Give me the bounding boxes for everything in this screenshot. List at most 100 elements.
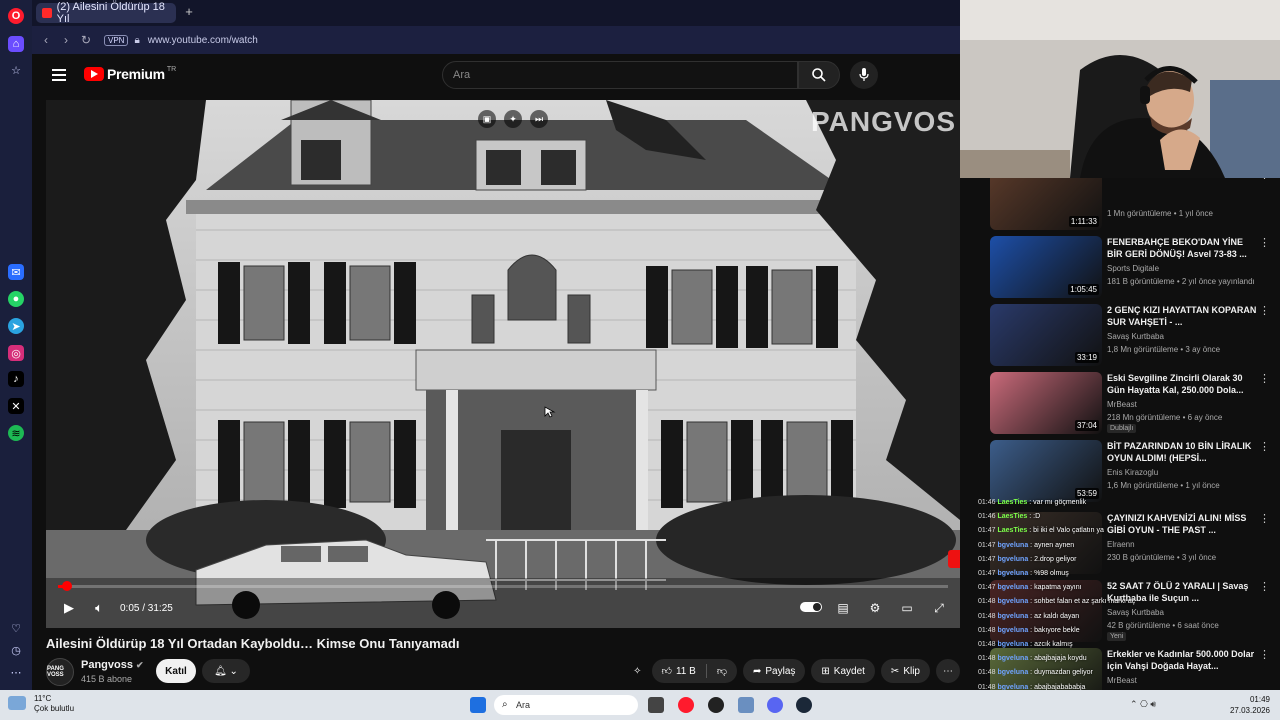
recommendation-item[interactable]: 1:11:33 1 Mn görüntüleme • 1 yıl önce ⋮ [990,178,1274,230]
system-clock[interactable]: 01:49 27.03.2026 [1230,694,1270,716]
weather-widget[interactable]: 11°C Çok bulutlu [34,694,74,714]
url-field[interactable]: www.youtube.com/watch [148,35,258,46]
opera-logo-icon[interactable]: O [8,8,24,24]
thumbs-down-icon[interactable]: 👎︎ [717,665,727,677]
channel-name[interactable]: Pangvoss ✔ [81,659,144,671]
tray-icons[interactable]: ⌃ ⎔ 🔊︎ [1130,699,1156,710]
fullscreen-icon[interactable]: ⤢ [928,601,950,616]
recommendation-title[interactable]: FENERBAHÇE BEKO'DAN YİNE BİR GERİ DÖNÜŞ!… [1107,236,1257,260]
messenger-icon[interactable]: ✉ [8,264,24,280]
recommendation-thumbnail[interactable]: 1:11:33 [990,178,1102,230]
join-button[interactable]: Katıl [156,659,196,683]
more-vert-icon[interactable]: ⋮ [1259,304,1270,317]
progress-scrubber[interactable] [61,581,72,591]
chat-timestamp: 01:47 [978,584,996,592]
spotify-icon[interactable]: ≋ [8,425,24,441]
recommendation-thumbnail[interactable]: 1:05:45 [990,236,1102,298]
play-icon[interactable]: ▶ [54,600,84,616]
youtube-logo[interactable]: Premium TR [84,66,176,82]
chat-text: %98 olmuş [1034,570,1069,578]
more-actions-button[interactable]: ⋯ [936,659,960,683]
recommendation-title[interactable]: Eski Sevgiline Zincirli Olarak 30 Gün Ha… [1107,372,1257,396]
recommendation-channel[interactable]: MrBeast [1107,400,1137,409]
history-icon[interactable]: ◷ [8,642,24,658]
back-icon[interactable]: ‹ [36,33,56,47]
screen: O ⌂ ☆ ✉ ● ➤ ◎ ♪ ✕ ≋ ♡ ◷ ⋯ (2) Ailesini Ö… [0,0,1280,720]
telegram-icon[interactable]: ➤ [8,318,24,334]
enhance-icon[interactable]: ✦ [504,110,522,128]
stream-chat-overlay: 01:46 LaesTies : var mı göçmenlik 01:46 L… [978,496,1174,690]
task-view-icon[interactable] [648,697,664,713]
miniplayer-icon[interactable]: ▭ [896,601,918,616]
recommendation-channel[interactable]: Savaş Kurtbaba [1107,332,1164,341]
more-vert-icon[interactable]: ⋮ [1259,512,1270,525]
more-vert-icon[interactable]: ⋮ [1259,372,1270,385]
weather-icon[interactable] [8,696,26,710]
more-vert-icon[interactable]: ⋮ [1259,178,1270,181]
forward-icon[interactable]: › [56,33,76,47]
subtitles-icon[interactable]: ▤ [832,601,854,616]
vpn-badge[interactable]: VPN [104,34,129,46]
star-icon[interactable]: ☆ [8,62,24,78]
instagram-icon[interactable]: ◎ [8,345,24,361]
voice-search-button[interactable] [850,61,878,89]
recommendation-title[interactable]: 2 GENÇ KIZI HAYATTAN KOPARAN SUR VAHŞETİ… [1107,304,1257,328]
notification-bell-button[interactable]: 🔔︎ ⌄ [202,659,250,683]
pip-icon[interactable]: ▣ [478,110,496,128]
more-vert-icon[interactable]: ⋮ [1259,580,1270,593]
taskbar-search-icon: ⌕ [502,699,508,710]
skip-icon[interactable]: ⏭ [530,110,548,128]
recommendation-thumbnail[interactable]: 33:19 [990,304,1102,366]
taskbar-search[interactable]: Ara [494,695,638,715]
recommendation-item[interactable]: 37:04 Eski Sevgiline Zincirli Olarak 30 G… [990,372,1274,434]
youtube-play-icon [84,67,104,81]
more-vert-icon[interactable]: ⋮ [1259,440,1270,453]
discord-icon[interactable] [767,697,783,713]
recommendation-title[interactable]: BİT PAZARINDAN 10 BİN LİRALIK OYUN ALDIM… [1107,440,1257,464]
video-player[interactable]: PANGVOS ▣ ✦ ⏭ ▶ 🔈︎ 0:05 / 31:25 ▤ ⚙ ▭ ⤢ [46,100,960,628]
recommendation-meta: 1,8 Mn görüntüleme • 3 ay önce [1107,345,1221,354]
heart-icon[interactable]: ♡ [8,620,24,636]
windows-start-icon[interactable] [470,697,486,713]
recommendation-item[interactable]: 53:59 BİT PAZARINDAN 10 BİN LİRALIK OYUN … [990,440,1274,502]
share-button[interactable]: ➦ Paylaş [742,659,806,683]
recommendation-channel[interactable]: Enis Kirazoglu [1107,468,1158,477]
x-icon[interactable]: ✕ [8,398,24,414]
like-button[interactable]: 👍︎ 11 B 👎︎ [651,659,737,683]
chat-message: 01:48 bgveluna : abajbajaja koydu [978,652,1174,666]
more-vert-icon[interactable]: ⋮ [1259,648,1270,661]
home-icon[interactable]: ⌂ [8,36,24,52]
search-input[interactable]: Ara [442,61,798,89]
opera-taskbar-icon[interactable] [678,697,694,713]
recommendation-meta: 218 Mn görüntüleme • 6 ay önce [1107,413,1223,422]
clip-button[interactable]: ✂ Klip [880,659,930,683]
recommendation-thumbnail[interactable]: 53:59 [990,440,1102,502]
microphone-icon [859,68,869,81]
more-icon[interactable]: ⋯ [8,664,24,680]
new-tab-button[interactable]: + [182,5,196,19]
save-button[interactable]: ⊞ Kaydet [811,659,875,683]
autoplay-toggle[interactable] [800,601,822,616]
network-app-icon[interactable] [738,697,754,713]
channel-avatar[interactable]: PANG VOSS [46,658,74,686]
recommendation-thumbnail[interactable]: 37:04 [990,372,1102,434]
app-taskbar-icon[interactable] [708,697,724,713]
hamburger-menu-icon[interactable] [52,69,66,81]
tab-youtube[interactable]: (2) Ailesini Öldürüp 18 Yıl [36,1,176,25]
chevron-down-icon: ⌄ [229,665,238,677]
volume-icon[interactable]: 🔈︎ [84,600,114,616]
search-button[interactable] [798,61,840,89]
settings-gear-icon[interactable]: ⚙ [864,601,886,616]
ask-button[interactable]: ✧ [629,659,645,683]
recommendation-item[interactable]: 33:19 2 GENÇ KIZI HAYATTAN KOPARAN SUR VA… [990,304,1274,366]
steam-icon[interactable] [796,697,812,713]
video-progress-bar[interactable] [58,581,948,591]
tiktok-icon[interactable]: ♪ [8,371,24,387]
recommendation-item[interactable]: 1:05:45 FENERBAHÇE BEKO'DAN YİNE BİR GERİ… [990,236,1274,298]
recommendation-channel[interactable]: Sports Digitale [1107,264,1159,273]
lock-icon[interactable]: 🔒︎ [134,35,139,46]
chat-username: bgveluna [997,541,1029,549]
more-vert-icon[interactable]: ⋮ [1259,236,1270,249]
reload-icon[interactable]: ↻ [76,33,96,47]
whatsapp-icon[interactable]: ● [8,291,24,307]
